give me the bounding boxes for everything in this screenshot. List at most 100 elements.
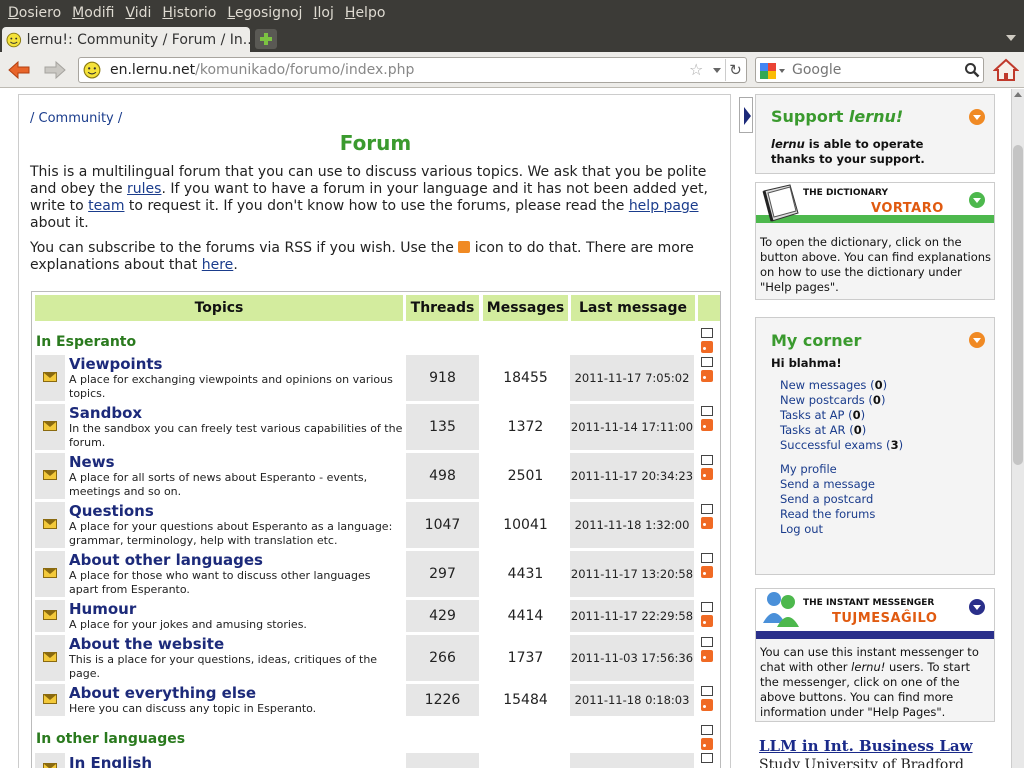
- subscribe-mail-icon[interactable]: [701, 357, 713, 367]
- rss-feed-icon[interactable]: [701, 370, 713, 382]
- rss-feed-icon[interactable]: [701, 468, 713, 480]
- last-message-time[interactable]: 2011-11-17 13:20:58: [570, 551, 694, 597]
- subscribe-mail-icon[interactable]: [701, 602, 713, 612]
- help-page-link[interactable]: help page: [629, 198, 699, 214]
- menu-edit[interactable]: Modifi: [68, 5, 118, 21]
- envelope-icon: [43, 763, 57, 768]
- forum-name-cell: About other languages A place for those w…: [69, 552, 403, 597]
- team-link[interactable]: team: [88, 198, 124, 214]
- engine-dropdown-icon[interactable]: [779, 69, 785, 73]
- subscribe-mail-icon[interactable]: [701, 455, 713, 465]
- forum-link[interactable]: About other languages: [69, 552, 403, 569]
- last-message-time[interactable]: 2011-11-17 20:34:23: [570, 453, 694, 499]
- scrollbar-thumb[interactable]: [1013, 145, 1023, 465]
- forum-link[interactable]: In English: [69, 755, 403, 768]
- google-engine-icon[interactable]: [760, 63, 776, 79]
- page-scrollbar[interactable]: [1011, 89, 1024, 768]
- search-icon[interactable]: [964, 62, 980, 78]
- rss-feed-icon[interactable]: [701, 615, 713, 627]
- back-button[interactable]: [6, 58, 32, 82]
- search-input[interactable]: [792, 61, 952, 79]
- ad-link[interactable]: LLM in Int. Business Law: [759, 737, 973, 755]
- menu-file[interactable]: Dosiero: [4, 5, 65, 21]
- sidebar-collapse-button[interactable]: [739, 97, 753, 133]
- forum-link[interactable]: Humour: [69, 601, 403, 618]
- tasks-ap-link[interactable]: Tasks at AP (0): [780, 408, 903, 423]
- dictionary-button[interactable]: THE DICTIONARY VORTARO: [756, 183, 994, 223]
- subscribe-mail-icon[interactable]: [701, 553, 713, 563]
- address-bar[interactable]: en.lernu.net/komunikado/forumo/index.php…: [78, 57, 747, 83]
- breadcrumb[interactable]: / Community /: [30, 111, 122, 126]
- menu-tools[interactable]: Iloj: [309, 5, 338, 21]
- rss-feed-icon[interactable]: [701, 738, 713, 750]
- scroll-up-arrow-icon[interactable]: [1014, 92, 1022, 97]
- send-postcard-link[interactable]: Send a postcard: [780, 492, 875, 507]
- read-forums-link[interactable]: Read the forums: [780, 507, 875, 522]
- subscribe-mail-icon[interactable]: [701, 406, 713, 416]
- table-row[interactable]: Sandbox In the sandbox you can freely tes…: [32, 404, 722, 450]
- rss-feed-icon[interactable]: [701, 517, 713, 529]
- table-row[interactable]: Questions A place for your questions abou…: [32, 502, 722, 548]
- log-out-link[interactable]: Log out: [780, 522, 875, 537]
- messenger-chevron-down-icon[interactable]: [969, 599, 985, 615]
- new-postcards-link[interactable]: New postcards (0): [780, 393, 903, 408]
- forward-button[interactable]: [42, 58, 68, 82]
- tab-lernu-forum[interactable]: lernu!: Community / Forum / In...: [2, 27, 250, 52]
- last-message-time[interactable]: 2011-11-17 7:05:02: [570, 355, 694, 401]
- tab-list-chevron-down-icon[interactable]: [1006, 35, 1016, 41]
- subscribe-mail-icon[interactable]: [701, 504, 713, 514]
- menu-view[interactable]: Vidi: [121, 5, 155, 21]
- last-message-time[interactable]: 2011-11-18 1:32:00: [570, 502, 694, 548]
- subscribe-mail-icon[interactable]: [701, 725, 713, 735]
- table-row[interactable]: Viewpoints A place for exchanging viewpoi…: [32, 355, 722, 401]
- menu-help[interactable]: Helpo: [341, 5, 390, 21]
- forum-link[interactable]: About everything else: [69, 685, 403, 702]
- support-title[interactable]: Support lernu!: [771, 107, 903, 126]
- forum-link[interactable]: Viewpoints: [69, 356, 403, 373]
- send-message-link[interactable]: Send a message: [780, 477, 875, 492]
- forum-link[interactable]: About the website: [69, 636, 403, 653]
- home-button[interactable]: [992, 58, 1020, 82]
- forum-link[interactable]: Sandbox: [69, 405, 403, 422]
- rss-feed-icon[interactable]: [701, 419, 713, 431]
- messenger-button[interactable]: THE INSTANT MESSENGER TUJMESAĜILO: [756, 589, 994, 639]
- subscribe-mail-icon[interactable]: [701, 753, 713, 763]
- last-message-time[interactable]: 2011-11-18 0:18:03: [570, 684, 694, 716]
- rss-feed-icon[interactable]: [701, 341, 713, 353]
- table-row[interactable]: In English: [32, 753, 722, 768]
- subscribe-mail-icon[interactable]: [701, 637, 713, 647]
- table-row[interactable]: News A place for all sorts of news about …: [32, 453, 722, 499]
- reload-icon[interactable]: ↻: [725, 59, 745, 81]
- new-tab-button[interactable]: [255, 29, 277, 49]
- bookmark-star-icon[interactable]: ☆: [689, 60, 703, 79]
- tasks-ar-link[interactable]: Tasks at AR (0): [780, 423, 903, 438]
- here-link[interactable]: here: [202, 257, 234, 273]
- menu-bookmarks[interactable]: Legosignoj: [223, 5, 306, 21]
- dictionary-chevron-down-icon[interactable]: [969, 192, 985, 208]
- table-row[interactable]: About the website This is a place for you…: [32, 635, 722, 681]
- expand-chevron-down-icon[interactable]: [969, 109, 985, 125]
- subscribe-mail-icon[interactable]: [701, 328, 713, 338]
- table-row[interactable]: About other languages A place for those w…: [32, 551, 722, 597]
- my-profile-link[interactable]: My profile: [780, 462, 875, 477]
- my-corner-chevron-down-icon[interactable]: [969, 332, 985, 348]
- messenger-people-icon: [763, 592, 799, 627]
- last-message-time[interactable]: 2011-11-14 17:11:00: [570, 404, 694, 450]
- menu-history[interactable]: Historio: [158, 5, 220, 21]
- last-message-time[interactable]: 2011-11-17 22:29:58: [570, 600, 694, 632]
- forum-link[interactable]: News: [69, 454, 403, 471]
- table-row[interactable]: Humour A place for your jokes and amusing…: [32, 600, 722, 632]
- rules-link[interactable]: rules: [127, 181, 161, 197]
- forum-link[interactable]: Questions: [69, 503, 403, 520]
- successful-exams-link[interactable]: Successful exams (3): [780, 438, 903, 453]
- subscribe-mail-icon[interactable]: [701, 686, 713, 696]
- rss-feed-icon[interactable]: [701, 566, 713, 578]
- table-row[interactable]: About everything else Here you can discus…: [32, 684, 722, 716]
- table-header: Topics Threads Messages Last message: [35, 295, 720, 321]
- rss-feed-icon[interactable]: [701, 699, 713, 711]
- last-message-time[interactable]: 2011-11-03 17:56:36: [570, 635, 694, 681]
- url-history-dropdown-icon[interactable]: [713, 68, 721, 73]
- search-bar[interactable]: [755, 57, 984, 83]
- rss-feed-icon[interactable]: [701, 650, 713, 662]
- new-messages-link[interactable]: New messages (0): [780, 378, 903, 393]
